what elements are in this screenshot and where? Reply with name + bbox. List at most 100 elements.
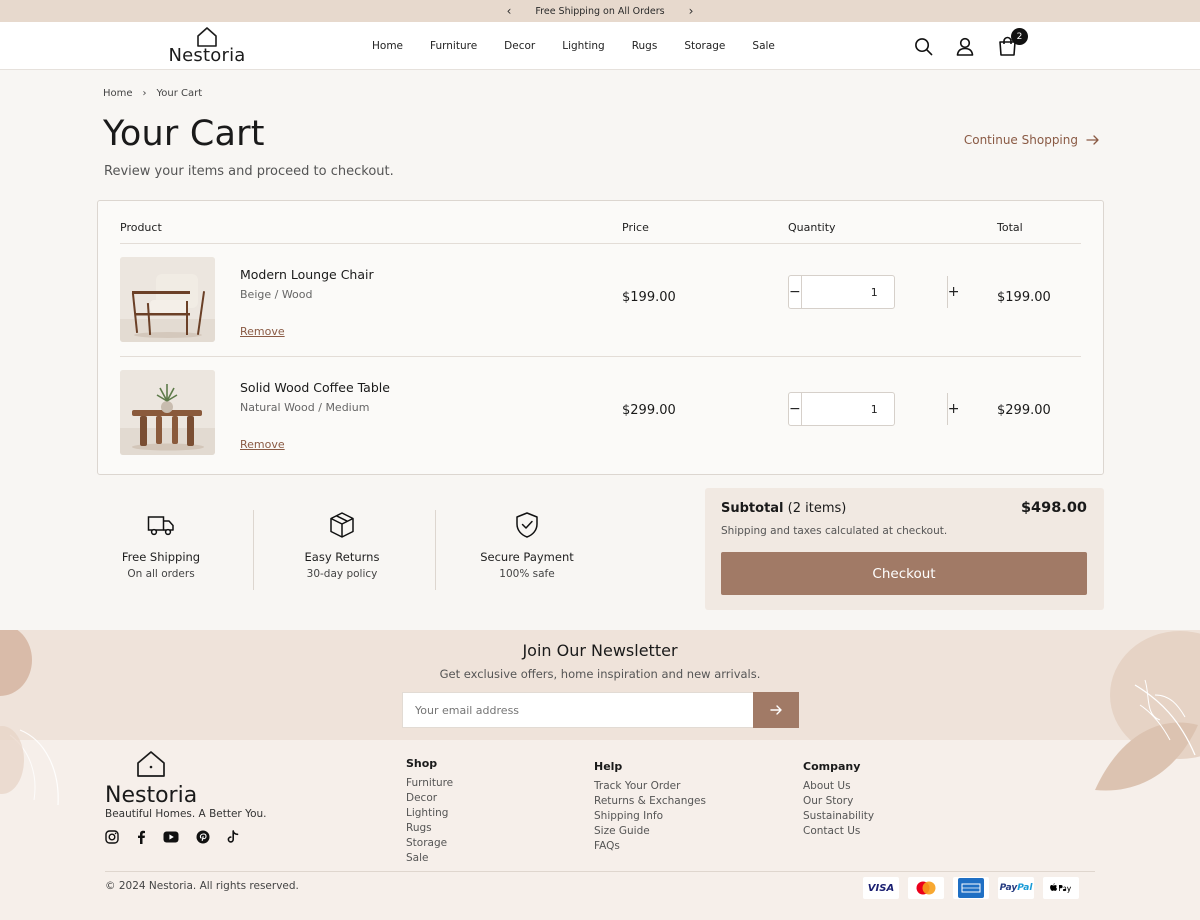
- footer-link[interactable]: Shipping Info: [594, 809, 706, 824]
- newsletter-subtitle: Get exclusive offers, home inspiration a…: [439, 667, 761, 681]
- item-name[interactable]: Solid Wood Coffee Table: [240, 380, 390, 395]
- item-name[interactable]: Modern Lounge Chair: [240, 267, 374, 282]
- paypal-icon: PayPal: [998, 877, 1034, 899]
- item-total: $299.00: [997, 403, 1051, 418]
- arrow-right-icon: [1086, 135, 1099, 145]
- subtotal-label: Subtotal (2 items): [721, 501, 846, 516]
- feature-strip: Free Shipping On all orders Easy Returns…: [97, 510, 617, 590]
- nav-lighting[interactable]: Lighting: [562, 40, 604, 52]
- quantity-stepper: − +: [788, 275, 959, 309]
- remove-item-button[interactable]: Remove: [240, 438, 285, 451]
- newsletter-title: Join Our Newsletter: [522, 641, 678, 660]
- announcement-next-button[interactable]: ›: [685, 4, 698, 18]
- product-image-coffee-table[interactable]: [120, 370, 215, 455]
- site-header: Nestoria Home Furniture Decor Lighting R…: [0, 22, 1200, 70]
- announcement-text: Free Shipping on All Orders: [535, 5, 665, 17]
- remove-item-button[interactable]: Remove: [240, 325, 285, 338]
- feature-subtitle: 30-day policy: [306, 568, 378, 580]
- increase-quantity-button[interactable]: +: [948, 393, 960, 425]
- nav-decor[interactable]: Decor: [504, 40, 535, 52]
- feature-title: Secure Payment: [480, 550, 574, 564]
- user-icon[interactable]: [952, 33, 978, 59]
- main-nav: Home Furniture Decor Lighting Rugs Stora…: [372, 22, 802, 70]
- product-image-lounge-chair[interactable]: [120, 257, 215, 342]
- breadcrumb-current: Your Cart: [156, 88, 203, 99]
- footer-link[interactable]: Storage: [406, 836, 453, 851]
- continue-shopping-link[interactable]: Continue Shopping: [964, 133, 1100, 147]
- feature-free-shipping: Free Shipping On all orders: [97, 510, 225, 580]
- house-logo-icon: [137, 751, 165, 777]
- cart-count-badge: 2: [1011, 28, 1028, 45]
- decrease-quantity-button[interactable]: −: [789, 393, 801, 425]
- feature-title: Free Shipping: [121, 550, 201, 564]
- feature-divider: [253, 510, 254, 590]
- nav-storage[interactable]: Storage: [684, 40, 725, 52]
- header-divider: [120, 243, 1081, 244]
- nav-home[interactable]: Home: [372, 40, 403, 52]
- footer-brand[interactable]: Nestoria: [105, 750, 197, 808]
- footer-link[interactable]: Contact Us: [803, 824, 874, 839]
- footer-link[interactable]: Decor: [406, 791, 453, 806]
- brand-logo[interactable]: Nestoria: [168, 22, 246, 70]
- footer-link[interactable]: Sustainability: [803, 809, 874, 824]
- order-summary: Subtotal (2 items) $498.00 Shipping and …: [705, 488, 1104, 610]
- quantity-input[interactable]: [800, 393, 948, 425]
- mastercard-icon: [908, 877, 944, 899]
- quantity-input[interactable]: [800, 276, 948, 308]
- footer-link[interactable]: About Us: [803, 779, 874, 794]
- footer-link[interactable]: Track Your Order: [594, 779, 706, 794]
- breadcrumb-separator: ›: [142, 88, 147, 99]
- pinterest-icon[interactable]: [196, 830, 210, 844]
- footer-link[interactable]: Lighting: [406, 806, 453, 821]
- feature-secure-payment: Secure Payment 100% safe: [465, 510, 589, 580]
- header-quantity: Quantity: [788, 221, 836, 234]
- social-links: [105, 830, 239, 844]
- youtube-icon[interactable]: [163, 831, 179, 843]
- breadcrumb: Home › Your Cart: [103, 88, 202, 99]
- footer-tagline: Beautiful Homes. A Better You.: [105, 808, 267, 820]
- increase-quantity-button[interactable]: +: [948, 276, 960, 308]
- email-input[interactable]: [402, 692, 753, 728]
- cart-button[interactable]: 2: [994, 28, 1028, 59]
- footer-link[interactable]: Furniture: [406, 776, 453, 791]
- footer-link[interactable]: Rugs: [406, 821, 453, 836]
- header-total: Total: [997, 221, 1023, 234]
- visa-icon: VISA: [863, 877, 899, 899]
- page-title: Your Cart: [103, 114, 265, 154]
- header-actions: 2: [910, 22, 1028, 70]
- footer-link[interactable]: Size Guide: [594, 824, 706, 839]
- footer-link[interactable]: FAQs: [594, 839, 706, 854]
- subtotal-count: (2 items): [787, 501, 847, 516]
- tiktok-icon[interactable]: [227, 830, 239, 844]
- newsletter-submit-button[interactable]: [753, 692, 799, 728]
- apple-pay-icon: [1043, 877, 1079, 899]
- cart-item: Modern Lounge Chair Beige / Wood Remove …: [98, 257, 1103, 347]
- brand-name: Nestoria: [168, 45, 246, 66]
- nav-sale[interactable]: Sale: [752, 40, 774, 52]
- continue-shopping-label: Continue Shopping: [963, 133, 1078, 147]
- footer-column-shop: Shop Furniture Decor Lighting Rugs Stora…: [406, 757, 453, 866]
- footer-column-help: Help Track Your Order Returns & Exchange…: [594, 760, 706, 854]
- subtotal-title: Subtotal: [721, 501, 784, 516]
- item-price: $199.00: [622, 290, 676, 305]
- row-divider: [120, 356, 1081, 357]
- nav-rugs[interactable]: Rugs: [632, 40, 658, 52]
- nav-furniture[interactable]: Furniture: [430, 40, 477, 52]
- search-icon[interactable]: [910, 33, 936, 59]
- footer-column-title: Company: [803, 760, 861, 773]
- announcement-prev-button[interactable]: ‹: [503, 4, 516, 18]
- breadcrumb-home[interactable]: Home: [103, 88, 133, 99]
- feature-subtitle: 100% safe: [499, 568, 555, 580]
- cart-table: Product Price Quantity Total Modern Loun…: [97, 200, 1104, 475]
- item-total: $199.00: [997, 290, 1051, 305]
- facebook-icon[interactable]: [136, 830, 146, 844]
- checkout-button[interactable]: Checkout: [721, 552, 1087, 595]
- footer-column-title: Shop: [406, 757, 438, 770]
- instagram-icon[interactable]: [105, 830, 119, 844]
- footer-link[interactable]: Sale: [406, 851, 453, 866]
- footer-link[interactable]: Returns & Exchanges: [594, 794, 706, 809]
- footer-link[interactable]: Our Story: [803, 794, 874, 809]
- decrease-quantity-button[interactable]: −: [789, 276, 801, 308]
- copyright-text: © 2024 Nestoria. All rights reserved.: [105, 880, 299, 892]
- header-product: Product: [120, 221, 162, 234]
